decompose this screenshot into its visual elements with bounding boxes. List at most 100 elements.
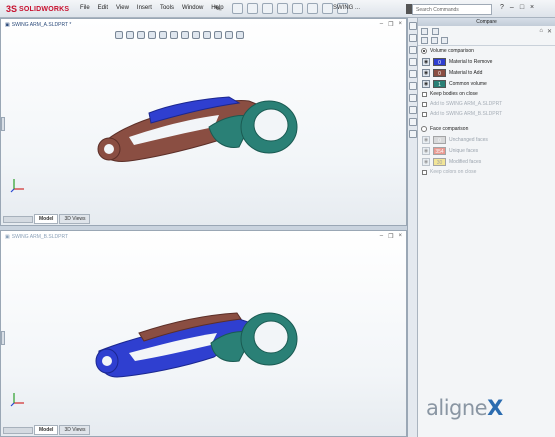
section-view-icon[interactable] [148, 31, 156, 39]
tab-model[interactable]: Model [34, 214, 59, 224]
eye-icon[interactable]: ◉ [422, 79, 430, 88]
menu-tools[interactable]: Tools [160, 5, 174, 11]
viewport-restore-icon[interactable]: ❐ [388, 233, 393, 240]
remove-swatch[interactable]: 0 [433, 57, 446, 66]
back-icon[interactable] [421, 28, 428, 35]
tab-3d-views[interactable]: 3D Views [59, 425, 91, 435]
brand-mark: X [487, 396, 503, 420]
view-orientation-icon[interactable] [170, 31, 178, 39]
feature-tree-handle[interactable] [1, 117, 5, 131]
search-input[interactable]: Search Commands [412, 4, 492, 15]
keep-colors-option[interactable]: Keep colors on close [418, 167, 555, 177]
part-model-b[interactable] [89, 299, 299, 389]
compare-tab-icon[interactable] [409, 118, 417, 126]
viewport-title[interactable]: ▣ SWING ARM_A.SLDPRT * [5, 22, 71, 28]
add-to-b-option[interactable]: Add to SWING ARM_B.SLDPRT [418, 109, 555, 119]
menu-edit[interactable]: Edit [98, 5, 108, 11]
heads-up-toolbar [115, 31, 244, 39]
menu-window[interactable]: Window [182, 5, 203, 11]
new-icon[interactable] [232, 3, 243, 14]
add-to-a-checkbox[interactable] [422, 101, 427, 107]
save-icon[interactable] [262, 3, 273, 14]
viewport-minimize-icon[interactable]: – [380, 233, 383, 240]
viewport-top[interactable]: ▣ SWING ARM_A.SLDPRT * – ❐ × Model 3D Vi… [0, 18, 407, 226]
panel-close-icon[interactable]: ✕ [547, 28, 552, 35]
home-icon[interactable]: ⌂ [539, 28, 543, 35]
volume-comparison-radio[interactable] [421, 48, 427, 54]
view-palette-icon[interactable] [409, 58, 417, 66]
menu-insert[interactable]: Insert [137, 5, 152, 11]
keep-colors-label: Keep colors on close [430, 169, 477, 175]
minimize-icon[interactable]: – [510, 4, 514, 11]
eye-icon[interactable]: ◉ [422, 57, 430, 66]
unchanged-swatch[interactable]: 0 [433, 135, 446, 144]
print-icon[interactable] [277, 3, 288, 14]
search-results-icon[interactable] [409, 106, 417, 114]
design-library-icon[interactable] [409, 34, 417, 42]
previous-view-icon[interactable] [137, 31, 145, 39]
maximize-icon[interactable]: □ [520, 4, 524, 11]
tab-geometry-icon[interactable] [441, 37, 448, 44]
pin-menu-icon[interactable]: ✎ [214, 4, 221, 13]
zoom-area-icon[interactable] [126, 31, 134, 39]
add-to-b-checkbox[interactable] [422, 111, 427, 117]
solidworks-forum-icon[interactable] [409, 94, 417, 102]
keep-colors-checkbox[interactable] [422, 169, 427, 175]
menu-view[interactable]: View [116, 5, 129, 11]
select-icon[interactable] [307, 3, 318, 14]
dynamic-annotation-icon[interactable] [159, 31, 167, 39]
open-icon[interactable] [247, 3, 258, 14]
solidworks-resources-icon[interactable] [409, 22, 417, 30]
undo-icon[interactable] [292, 3, 303, 14]
keep-bodies-option[interactable]: Keep bodies on close [418, 89, 555, 99]
display-pane-icon[interactable] [236, 31, 244, 39]
menu-file[interactable]: File [80, 5, 90, 11]
add-swatch[interactable]: 0 [433, 68, 446, 77]
eye-icon[interactable]: ◉ [422, 146, 430, 155]
viewport-restore-icon[interactable]: ❐ [388, 21, 393, 28]
tab-model[interactable]: Model [34, 425, 59, 435]
viewport-close-icon[interactable]: × [398, 233, 402, 240]
volume-comparison-option[interactable]: Volume comparison [418, 46, 555, 56]
appearances-icon[interactable] [409, 70, 417, 78]
viewport-tabs: Model 3D Views [3, 214, 91, 224]
keep-bodies-checkbox[interactable] [422, 91, 427, 97]
unique-swatch[interactable]: 354 [433, 146, 446, 155]
tab-scroll-arrows[interactable] [3, 215, 33, 223]
edit-appearance-icon[interactable] [203, 31, 211, 39]
rebuild-icon[interactable] [322, 3, 333, 14]
viewport-minimize-icon[interactable]: – [380, 21, 383, 28]
face-comparison-option[interactable]: Face comparison [418, 124, 555, 134]
tab-documents-icon[interactable] [421, 37, 428, 44]
eye-icon[interactable]: ◉ [422, 135, 430, 144]
tab-scroll-arrows[interactable] [3, 426, 33, 434]
add-to-a-option[interactable]: Add to SWING ARM_A.SLDPRT [418, 99, 555, 109]
eye-icon[interactable]: ◉ [422, 68, 430, 77]
add-label: Material to Add [449, 69, 483, 76]
display-style-icon[interactable] [181, 31, 189, 39]
modified-swatch[interactable]: 30 [433, 157, 446, 166]
custom-properties-icon[interactable] [409, 82, 417, 90]
viewport-title[interactable]: ▣ SWING ARM_B.SLDPRT [5, 234, 68, 240]
close-icon[interactable]: × [530, 4, 534, 11]
part-model-a[interactable] [89, 87, 299, 177]
eye-icon[interactable]: ◉ [422, 157, 430, 166]
volume-row-common: ◉ 1 Common volume [418, 78, 555, 89]
feature-tree-handle[interactable] [1, 331, 5, 345]
face-comparison-radio[interactable] [421, 126, 427, 132]
forward-icon[interactable] [432, 28, 439, 35]
solidworks-logo[interactable]: 3S SOLIDWORKS [6, 3, 69, 15]
common-swatch[interactable]: 1 [433, 79, 446, 88]
zoom-fit-icon[interactable] [115, 31, 123, 39]
boss-hole [253, 108, 289, 142]
apply-scene-icon[interactable] [214, 31, 222, 39]
task-pane-pin-icon[interactable] [409, 130, 417, 138]
file-explorer-icon[interactable] [409, 46, 417, 54]
tab-3d-views[interactable]: 3D Views [59, 214, 91, 224]
tab-features-icon[interactable] [431, 37, 438, 44]
hide-show-icon[interactable] [192, 31, 200, 39]
help-icon[interactable]: ? [500, 4, 504, 11]
view-settings-icon[interactable] [225, 31, 233, 39]
viewport-close-icon[interactable]: × [398, 21, 402, 28]
viewport-bottom[interactable]: ▣ SWING ARM_B.SLDPRT – ❐ × Model 3D View… [0, 230, 407, 437]
